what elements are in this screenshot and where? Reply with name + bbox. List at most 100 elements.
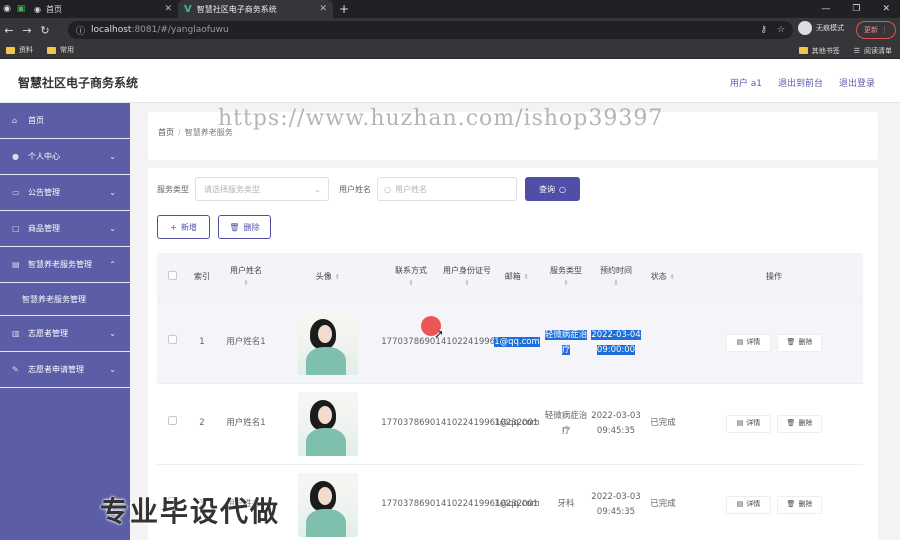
logout-link[interactable]: 退出登录 bbox=[839, 76, 875, 89]
search-form: 服务类型 请选择服务类型 ⌄ 用户姓名 ○ 用户姓名 查询 ○ bbox=[157, 177, 580, 201]
star-icon[interactable]: ☆ bbox=[777, 25, 785, 35]
header-index: 索引 bbox=[187, 253, 217, 303]
cell-index: 2 bbox=[187, 383, 217, 465]
tab-label: 首页 bbox=[45, 4, 62, 14]
header-status[interactable]: 状态 ⬍ bbox=[641, 253, 685, 303]
detail-icon: ▤ bbox=[736, 500, 744, 508]
detail-button[interactable]: ▤ 详情 bbox=[726, 495, 771, 514]
table-header-row: 索引 用户姓名 ⬍ 头像 ⬍ 联系方式 ⬍ 用户身份证号 ⬍ 邮箱 ⬍ 服务类型 ⬍ … bbox=[157, 253, 863, 303]
header-idcard[interactable]: 用户身份证号 ⬍ bbox=[441, 253, 493, 303]
trash-icon: 🗑 bbox=[786, 338, 796, 346]
update-button[interactable]: 更新 ⋮ bbox=[856, 21, 896, 39]
cell-idcard: 410224199610232001 bbox=[441, 383, 538, 465]
header-phone[interactable]: 联系方式 ⬍ bbox=[381, 253, 441, 303]
window-close-icon[interactable]: ✕ bbox=[882, 4, 890, 14]
select-all-checkbox[interactable] bbox=[167, 270, 177, 280]
minimize-icon[interactable]: — bbox=[821, 4, 830, 14]
bookmark-folder-other[interactable]: 其他书签 bbox=[798, 46, 840, 56]
app-favicon-icon[interactable]: ▣ bbox=[14, 0, 28, 18]
cell-time: 2022-03-04 09:00:00 bbox=[591, 302, 641, 384]
notice-icon: ▭ bbox=[12, 188, 20, 197]
url-input[interactable]: ⓘ localhost:8081/#/yanglaofuwu ⚷ ☆ bbox=[68, 21, 793, 39]
detail-button[interactable]: ▤ 详情 bbox=[726, 333, 771, 352]
incognito-indicator[interactable]: 无痕模式 bbox=[798, 21, 844, 35]
reload-icon[interactable]: ↻ bbox=[36, 24, 54, 37]
header-time[interactable]: 预约时间 ⬍ bbox=[591, 253, 641, 303]
trash-icon: 🗑 bbox=[786, 419, 796, 427]
cell-idcard: 410224199610232001 bbox=[441, 302, 538, 384]
browser-tab-system[interactable]: V 智慧社区电子商务系统 ✕ bbox=[178, 0, 333, 18]
sidebar-item-volunteer-apply[interactable]: ✎ 志愿者申请管理 ⌄ bbox=[0, 352, 130, 388]
header-avatar[interactable]: 头像 ⬍ bbox=[275, 253, 381, 303]
header-username[interactable]: 用户姓名 ⬍ bbox=[217, 253, 275, 303]
cell-avatar bbox=[275, 464, 381, 540]
search-icon: ○ bbox=[384, 184, 391, 194]
cell-ops: ▤ 详情 🗑 删除 bbox=[685, 464, 863, 540]
app-title: 智慧社区电子商务系统 bbox=[18, 76, 139, 90]
chevron-down-icon: ⌄ bbox=[109, 224, 116, 233]
sidebar-item-profile[interactable]: ● 个人中心 ⌄ bbox=[0, 139, 130, 175]
table-row[interactable]: 2 用户姓名1 17703786901 410224199610232001 1… bbox=[157, 383, 863, 465]
cell-time: 2022-03-03 09:45:35 bbox=[591, 464, 641, 540]
username-search-input[interactable]: ○ 用户姓名 bbox=[377, 177, 517, 201]
cell-idcard: 410224199610232001 bbox=[441, 464, 538, 540]
bookmark-folder[interactable]: 常用 bbox=[47, 45, 74, 55]
bookmark-folder[interactable]: 资料 bbox=[6, 45, 33, 55]
user-icon: ● bbox=[12, 152, 19, 161]
avatar bbox=[298, 310, 358, 375]
window-controls: — ❐ ✕ bbox=[821, 0, 890, 18]
sort-icon: ⬍ bbox=[669, 273, 676, 282]
content-card: 服务类型 请选择服务类型 ⌄ 用户姓名 ○ 用户姓名 查询 ○ + 新增 🗑 删… bbox=[148, 168, 878, 540]
username-label: 用户姓名 bbox=[339, 184, 371, 194]
watermark-url: https://www.huzhan.com/ishop39397 bbox=[218, 106, 664, 131]
info-icon[interactable]: ⓘ bbox=[76, 24, 85, 37]
cell-service: 轻微病症治疗 bbox=[541, 302, 591, 384]
row-checkbox[interactable] bbox=[167, 335, 177, 344]
reading-list[interactable]: ☰ 阅读清单 bbox=[854, 46, 892, 56]
plus-icon: + bbox=[170, 222, 177, 232]
row-checkbox[interactable] bbox=[167, 416, 177, 425]
close-icon[interactable]: ✕ bbox=[319, 4, 327, 14]
sort-icon: ⬍ bbox=[464, 279, 470, 288]
cell-ops: ▤ 详情 🗑 删除 bbox=[685, 302, 863, 384]
close-icon[interactable]: ✕ bbox=[164, 4, 172, 14]
breadcrumb-home[interactable]: 首页 bbox=[158, 128, 174, 137]
table-row[interactable]: 1 用户姓名1 17703786901 410224199610232001 1… bbox=[157, 302, 863, 384]
header-ops: 操作 bbox=[685, 253, 863, 303]
maximize-icon[interactable]: ❐ bbox=[852, 4, 860, 14]
reading-list-icon: ☰ bbox=[853, 46, 860, 55]
service-type-label: 服务类型 bbox=[157, 184, 189, 194]
row-delete-button[interactable]: 🗑 删除 bbox=[777, 333, 822, 352]
sidebar-item-notice[interactable]: ▭ 公告管理 ⌄ bbox=[0, 175, 130, 211]
back-icon[interactable]: ← bbox=[0, 24, 18, 37]
cell-email: 1@qq.com bbox=[493, 383, 541, 465]
header-email[interactable]: 邮箱 ⬍ bbox=[493, 253, 541, 303]
detail-button[interactable]: ▤ 详情 bbox=[726, 414, 771, 433]
batch-delete-button[interactable]: 🗑 删除 bbox=[218, 215, 271, 239]
sidebar-item-home[interactable]: ⌂ 首页 bbox=[0, 103, 130, 139]
incognito-icon bbox=[798, 21, 812, 35]
sidebar-item-volunteer[interactable]: ▥ 志愿者管理 ⌄ bbox=[0, 316, 130, 352]
query-button[interactable]: 查询 ○ bbox=[525, 177, 580, 201]
new-tab-icon[interactable]: + bbox=[339, 2, 349, 16]
back-to-front-link[interactable]: 退出到前台 bbox=[778, 76, 823, 89]
row-delete-button[interactable]: 🗑 删除 bbox=[777, 414, 822, 433]
sort-icon: ⬍ bbox=[613, 279, 619, 288]
main-content: 首页 / 智慧养老服务 服务类型 请选择服务类型 ⌄ 用户姓名 ○ 用户姓名 查询 … bbox=[130, 103, 900, 540]
service-type-select[interactable]: 请选择服务类型 ⌄ bbox=[195, 177, 329, 201]
url-text: localhost:8081/#/yanglaofuwu bbox=[91, 25, 229, 35]
address-bar: ← → ↻ ⓘ localhost:8081/#/yanglaofuwu ⚷ ☆… bbox=[0, 18, 900, 42]
cell-index: 1 bbox=[187, 302, 217, 384]
forward-icon[interactable]: → bbox=[18, 24, 36, 37]
add-button[interactable]: + 新增 bbox=[157, 215, 210, 239]
sidebar-item-elderly-service[interactable]: ▤ 智慧养老服务管理 ⌃ bbox=[0, 247, 130, 283]
key-icon[interactable]: ⚷ bbox=[760, 25, 767, 35]
row-delete-button[interactable]: 🗑 删除 bbox=[777, 495, 822, 514]
header-service[interactable]: 服务类型 ⬍ bbox=[541, 253, 591, 303]
sidebar-subitem-elderly-service[interactable]: 智慧养老服务管理 bbox=[0, 283, 130, 316]
sidebar-item-goods[interactable]: ▢ 商品管理 ⌄ bbox=[0, 211, 130, 247]
cell-status bbox=[641, 302, 685, 384]
sort-icon: ⬍ bbox=[563, 279, 569, 288]
browser-tab-home[interactable]: ◉ 首页 ✕ bbox=[28, 0, 178, 18]
folder-icon bbox=[798, 47, 808, 54]
